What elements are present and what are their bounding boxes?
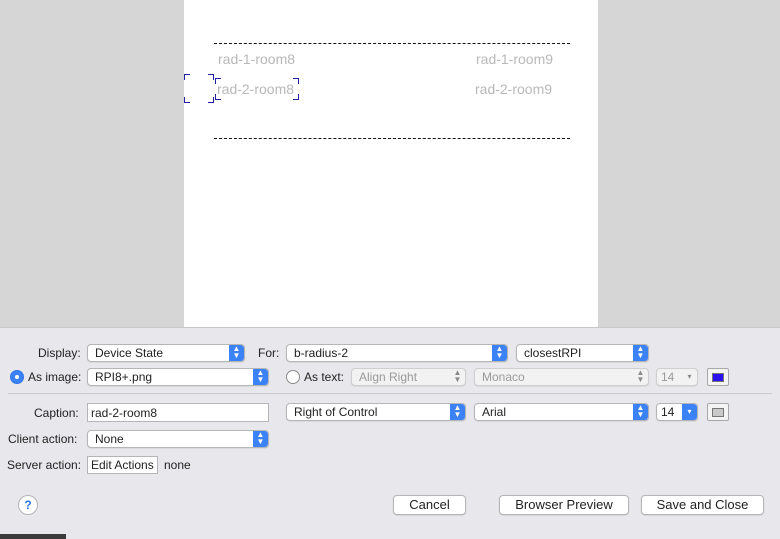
chevron-down-icon: ▾ <box>682 404 697 420</box>
display-label: Display: <box>38 346 81 360</box>
text-align-popup[interactable]: Align Right ▲ ▼ <box>351 368 466 386</box>
divider-line-bottom[interactable] <box>214 138 570 139</box>
chevron-down-icon: ▾ <box>687 372 692 381</box>
text-align-value: Align Right <box>359 370 418 384</box>
popup-arrows-icon: ▲ ▼ <box>253 431 268 447</box>
caption-color-well[interactable] <box>707 403 729 421</box>
text-color-well[interactable] <box>707 368 729 386</box>
browser-preview-button[interactable]: Browser Preview <box>499 495 629 515</box>
text-font-value: Monaco <box>482 370 525 384</box>
text-font-popup[interactable]: Monaco ▲ ▼ <box>474 368 649 386</box>
image-file-value: RPI8+.png <box>95 370 153 384</box>
canvas-label-rad-1-room8[interactable]: rad-1-room8 <box>218 51 295 67</box>
window-edge-strip <box>0 534 66 539</box>
caption-label: Caption: <box>34 406 79 420</box>
popup-arrows-icon: ▲ ▼ <box>253 369 268 385</box>
text-size-popup[interactable]: 14 ▾ <box>656 368 698 386</box>
help-button[interactable]: ? <box>18 495 38 515</box>
selection-handle[interactable] <box>208 74 214 80</box>
for-state-popup[interactable]: closestRPI ▲ ▼ <box>516 344 649 362</box>
caption-color-swatch <box>712 408 724 417</box>
as-image-label: As image: <box>28 370 82 384</box>
client-action-value: None <box>95 432 124 446</box>
for-label: For: <box>258 346 280 360</box>
design-canvas-area: rad-1-room8 rad-1-room9 rad-2-room8 rad-… <box>0 0 780 327</box>
for-state-value: closestRPI <box>524 346 582 360</box>
canvas-label-rad-2-room9[interactable]: rad-2-room9 <box>475 81 552 97</box>
server-action-label: Server action: <box>7 458 82 472</box>
divider-line-top[interactable] <box>214 43 570 44</box>
popup-arrows-icon: ▲ ▼ <box>492 345 507 361</box>
display-popup[interactable]: Device State ▲ ▼ <box>87 344 245 362</box>
caption-size-value: 14 <box>661 405 675 419</box>
popup-arrows-icon: ▲ ▼ <box>633 404 648 420</box>
for-device-value: b-radius-2 <box>294 346 349 360</box>
control-page-canvas[interactable]: rad-1-room8 rad-1-room9 rad-2-room8 rad-… <box>184 0 598 327</box>
cancel-button[interactable]: Cancel <box>393 495 466 515</box>
as-text-radio[interactable] <box>286 370 300 384</box>
selection-handle[interactable] <box>184 74 190 80</box>
caption-position-value: Right of Control <box>294 405 378 419</box>
as-text-label: As text: <box>304 370 345 384</box>
server-action-value: none <box>164 458 191 472</box>
popup-arrows-icon: ▲ ▼ <box>229 345 244 361</box>
canvas-label-rad-1-room9[interactable]: rad-1-room9 <box>476 51 553 67</box>
caption-font-value: Arial <box>482 405 507 419</box>
help-icon: ? <box>24 498 32 512</box>
selected-image-control[interactable] <box>184 74 214 103</box>
caption-size-popup[interactable]: 14 ▾ <box>656 403 698 421</box>
caption-font-popup[interactable]: Arial ▲ ▼ <box>474 403 649 421</box>
canvas-label-rad-2-room8[interactable]: rad-2-room8 <box>217 81 294 97</box>
client-action-popup[interactable]: None ▲ ▼ <box>87 430 269 448</box>
caption-position-popup[interactable]: Right of Control ▲ ▼ <box>286 403 466 421</box>
section-separator <box>8 393 772 394</box>
caption-input[interactable]: rad-2-room8 <box>87 403 269 422</box>
as-image-radio[interactable] <box>10 370 24 384</box>
selection-handle[interactable] <box>208 97 214 103</box>
save-and-close-button[interactable]: Save and Close <box>641 495 764 515</box>
image-file-popup[interactable]: RPI8+.png ▲ ▼ <box>87 368 269 386</box>
client-action-label: Client action: <box>8 432 78 446</box>
selection-handle[interactable] <box>184 97 190 103</box>
edit-actions-button[interactable]: Edit Actions <box>87 456 158 474</box>
popup-arrows-icon: ▲ ▼ <box>450 404 465 420</box>
popup-arrows-icon: ▲ ▼ <box>633 345 648 361</box>
text-size-value: 14 <box>661 370 675 384</box>
popup-arrows-icon: ▲ ▼ <box>453 368 462 384</box>
display-value: Device State <box>95 346 164 360</box>
popup-arrows-icon: ▲ ▼ <box>636 368 645 384</box>
text-color-swatch <box>712 373 724 382</box>
control-inspector-panel: Display: Device State ▲ ▼ For: b-radius-2… <box>0 327 780 539</box>
for-device-popup[interactable]: b-radius-2 ▲ ▼ <box>286 344 508 362</box>
